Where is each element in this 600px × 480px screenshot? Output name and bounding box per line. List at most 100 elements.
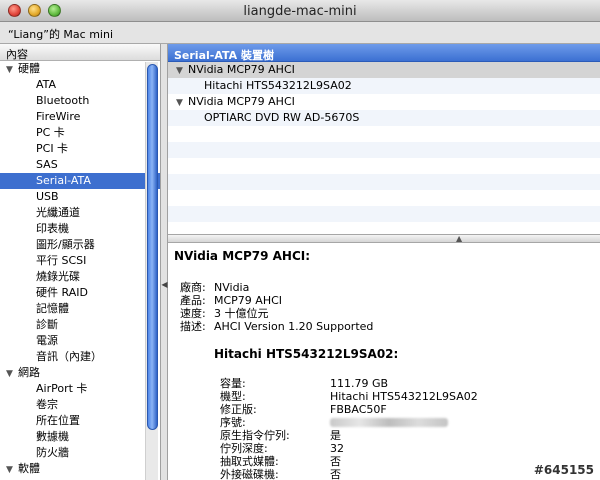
- contents-sidebar: 內容 ▼ 硬體 ATA Bluetooth FireWire PC 卡 PCI 卡 SAS Se…: [0, 44, 161, 480]
- sidebar-item[interactable]: 電源: [0, 333, 160, 349]
- tree-controller-row[interactable]: ▼ NVidia MCP79 AHCI: [168, 94, 600, 110]
- sidebar-label: USB: [36, 190, 59, 203]
- sidebar-label: 音訊（內建）: [36, 350, 102, 363]
- sidebar-item[interactable]: 硬件 RAID: [0, 285, 160, 301]
- sidebar-label: FireWire: [36, 110, 81, 123]
- sidebar-item[interactable]: Serial-ATA: [0, 173, 160, 189]
- disclosure-triangle-icon[interactable]: ▼: [6, 366, 18, 382]
- tree-label: Hitachi HTS543212L9SA02: [204, 79, 352, 92]
- sidebar-item[interactable]: 燒錄光碟: [0, 269, 160, 285]
- device-properties: 容量: 111.79 GB 機型: Hitachi HTS543212L9SA02 修正…: [174, 377, 594, 480]
- property-value: 3 十億位元: [214, 307, 269, 320]
- property-row: 佇列深度: 32: [174, 442, 594, 455]
- sidebar-group[interactable]: ▼ 網路: [0, 365, 160, 381]
- sidebar-label: 防火牆: [36, 446, 69, 459]
- property-value: AHCI Version 1.20 Supported: [214, 320, 374, 333]
- sidebar-label: Serial-ATA: [36, 174, 91, 187]
- sidebar-item[interactable]: FireWire: [0, 109, 160, 125]
- sidebar-item[interactable]: 音訊（內建）: [0, 349, 160, 365]
- disclosure-triangle-icon[interactable]: ▼: [6, 462, 18, 478]
- splitter-handle-icon: ▲: [456, 234, 463, 243]
- property-row: 原生指令佇列: 是: [174, 429, 594, 442]
- tree-label: NVidia MCP79 AHCI: [188, 63, 295, 76]
- sidebar-label: ATA: [36, 78, 57, 91]
- device-tree-header: Serial-ATA 裝置樹: [168, 44, 600, 62]
- tree-empty-row: [168, 206, 600, 222]
- sidebar-item[interactable]: 光纖通道: [0, 205, 160, 221]
- sidebar-label: 卷宗: [36, 398, 58, 411]
- property-key: 速度:: [180, 307, 206, 320]
- sidebar-item[interactable]: 圖形/顯示器: [0, 237, 160, 253]
- title-bar[interactable]: liangde-mac-mini: [0, 0, 600, 22]
- sidebar-item[interactable]: 診斷: [0, 317, 160, 333]
- sidebar-item[interactable]: 印表機: [0, 221, 160, 237]
- disclosure-triangle-icon[interactable]: ▼: [176, 95, 188, 111]
- sidebar-item[interactable]: 防火牆: [0, 445, 160, 461]
- tree-device-row[interactable]: Hitachi HTS543212L9SA02: [168, 78, 600, 94]
- disclosure-triangle-icon[interactable]: ▼: [176, 63, 188, 79]
- sidebar-group[interactable]: ▼ 硬體: [0, 61, 160, 77]
- sidebar-label: AirPort 卡: [36, 382, 88, 395]
- sidebar-item[interactable]: Bluetooth: [0, 93, 160, 109]
- horizontal-splitter[interactable]: ▲: [168, 234, 600, 243]
- sidebar-label: 燒錄光碟: [36, 270, 80, 283]
- property-row: 修正版: FBBAC50F: [174, 403, 594, 416]
- sidebar-item[interactable]: PCI 卡: [0, 141, 160, 157]
- sidebar-item[interactable]: 數據機: [0, 429, 160, 445]
- sidebar-label: 診斷: [36, 318, 58, 331]
- property-value: 111.79 GB: [330, 377, 389, 390]
- vertical-splitter[interactable]: ◀: [161, 44, 168, 480]
- property-row: 描述: AHCI Version 1.20 Supported: [174, 320, 594, 333]
- sidebar-item[interactable]: 記憶體: [0, 301, 160, 317]
- sidebar-label: Bluetooth: [36, 94, 90, 107]
- sidebar-item[interactable]: AirPort 卡: [0, 381, 160, 397]
- property-row: 抽取式媒體: 否: [174, 455, 594, 468]
- tree-device-row[interactable]: OPTIARC DVD RW AD-5670S: [168, 110, 600, 126]
- disclosure-triangle-icon[interactable]: ▼: [6, 62, 18, 78]
- property-row: 容量: 111.79 GB: [174, 377, 594, 390]
- sidebar-item[interactable]: 平行 SCSI: [0, 253, 160, 269]
- property-key: 描述:: [180, 320, 206, 333]
- sidebar-label: PCI 卡: [36, 142, 69, 155]
- property-row: 速度: 3 十億位元: [174, 307, 594, 320]
- sidebar-item[interactable]: 卷宗: [0, 397, 160, 413]
- sidebar-group[interactable]: ▼ 軟體: [0, 461, 160, 477]
- sidebar-item[interactable]: USB: [0, 189, 160, 205]
- sidebar-scroll-thumb[interactable]: [147, 64, 158, 430]
- sidebar-label: 數據機: [36, 430, 69, 443]
- tree-controller-row[interactable]: ▼ NVidia MCP79 AHCI: [168, 62, 600, 78]
- property-key: 修正版:: [220, 403, 257, 416]
- sidebar-label: 硬體: [18, 62, 40, 75]
- sidebar-label: 電源: [36, 334, 58, 347]
- property-row: 外接磁碟機: 否: [174, 468, 594, 480]
- device-tree: ▼ NVidia MCP79 AHCI Hitachi HTS543212L9SA0…: [168, 62, 600, 234]
- property-row: 廠商: NVidia: [174, 281, 594, 294]
- property-key: 廠商:: [180, 281, 206, 294]
- sidebar-label: 網路: [18, 366, 40, 379]
- sidebar-label: 硬件 RAID: [36, 286, 88, 299]
- sidebar-label: 印表機: [36, 222, 69, 235]
- tree-empty-row: [168, 126, 600, 142]
- sidebar-item[interactable]: 所在位置: [0, 413, 160, 429]
- sidebar-scrollbar[interactable]: [145, 62, 158, 480]
- property-key: 機型:: [220, 390, 246, 403]
- property-row: 產品: MCP79 AHCI: [174, 294, 594, 307]
- sidebar-item[interactable]: SAS: [0, 157, 160, 173]
- property-value: MCP79 AHCI: [214, 294, 283, 307]
- property-key: 產品:: [180, 294, 206, 307]
- sidebar-header[interactable]: 內容: [0, 44, 160, 61]
- property-key: 佇列深度:: [220, 442, 268, 455]
- sidebar-label: PC 卡: [36, 126, 65, 139]
- watermark-text: #645155: [533, 463, 594, 477]
- tree-empty-row: [168, 142, 600, 158]
- sidebar-item[interactable]: PC 卡: [0, 125, 160, 141]
- property-row: 機型: Hitachi HTS543212L9SA02: [174, 390, 594, 403]
- sidebar-label: 記憶體: [36, 302, 69, 315]
- device-title: Hitachi HTS543212L9SA02:: [214, 347, 399, 361]
- tree-empty-row: [168, 174, 600, 190]
- sidebar-item[interactable]: ATA: [0, 77, 160, 93]
- tree-label: NVidia MCP79 AHCI: [188, 95, 295, 108]
- machine-name-bar: “Liang”的 Mac mini: [0, 22, 600, 44]
- main-pane: Serial-ATA 裝置樹 ▼ NVidia MCP79 AHCI Hitachi…: [168, 44, 600, 480]
- property-value: FBBAC50F: [330, 403, 387, 416]
